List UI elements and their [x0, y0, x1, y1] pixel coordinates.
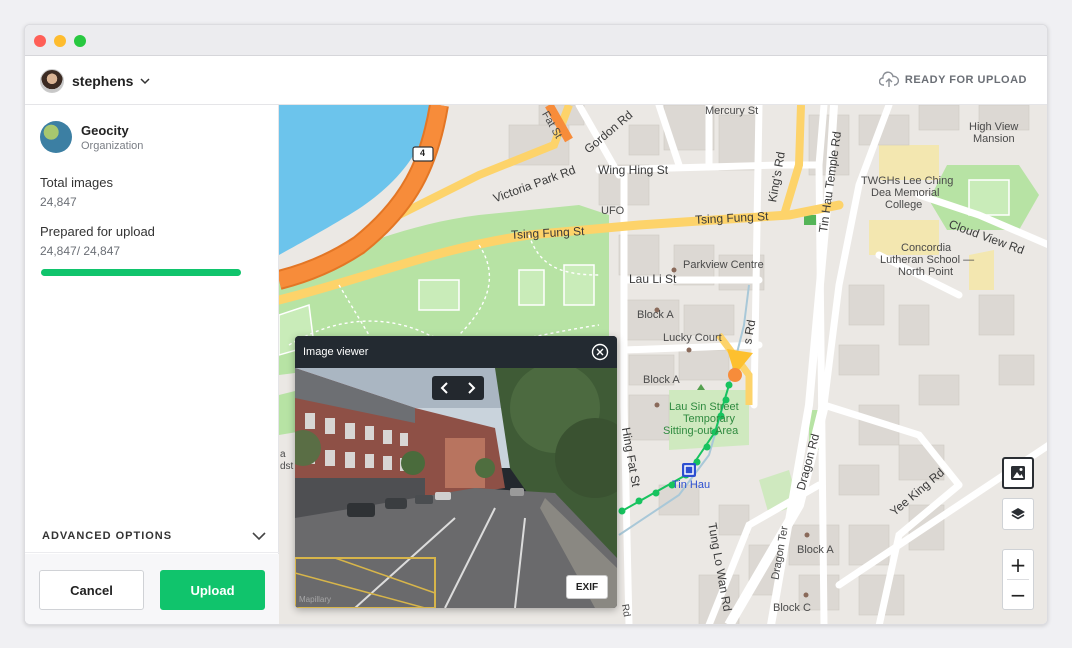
- map-label: dst: [280, 461, 294, 472]
- app-header: stephens READY FOR UPLOAD: [25, 56, 1047, 105]
- selected-image-marker: [728, 368, 742, 382]
- map-label: College: [885, 199, 923, 211]
- map-label: Lucky Court: [663, 332, 722, 344]
- upload-status: READY FOR UPLOAD: [878, 71, 1027, 89]
- cancel-button[interactable]: Cancel: [39, 570, 144, 610]
- image-navigation: [432, 376, 484, 400]
- chevron-right-icon: [468, 382, 476, 394]
- route-number: 4: [420, 148, 426, 158]
- sidebar: Geocity Organization Total images 24,847…: [25, 105, 279, 624]
- map-label: High View: [969, 121, 1019, 133]
- map-label: Lau Sin Street: [669, 401, 739, 413]
- prepared-label: Prepared for upload: [40, 224, 155, 239]
- chevron-down-icon: [140, 77, 150, 84]
- map-label: Sitting-out Area: [663, 425, 739, 437]
- map-label: TWGHs Lee Ching: [861, 175, 954, 187]
- map-label: Dea Memorial: [871, 187, 940, 199]
- zoom-in-button[interactable]: +: [1003, 550, 1033, 579]
- mtr-station-icon: [682, 463, 696, 477]
- map-label: North Point: [898, 266, 954, 278]
- street-photo: [295, 368, 617, 608]
- upload-progress-fill: [41, 269, 241, 276]
- upload-progress-bar: [41, 269, 241, 276]
- close-icon[interactable]: [591, 343, 609, 361]
- user-menu[interactable]: stephens: [40, 68, 151, 93]
- layers-button[interactable]: [1002, 498, 1034, 530]
- map-label: Temporary: [683, 413, 735, 425]
- close-window-button[interactable]: [34, 35, 46, 47]
- image-layer-button[interactable]: [1002, 457, 1034, 489]
- upload-button[interactable]: Upload: [160, 570, 265, 610]
- organization-name: Geocity: [81, 122, 129, 138]
- photo-watermark: Mapillary: [299, 595, 332, 604]
- maximize-window-button[interactable]: [74, 35, 86, 47]
- prepared-value: 24,847/ 24,847: [40, 244, 121, 258]
- sidebar-footer: Cancel Upload: [25, 554, 279, 624]
- minimize-window-button[interactable]: [54, 35, 66, 47]
- map-label: a: [280, 449, 286, 460]
- status-text: READY FOR UPLOAD: [904, 74, 1027, 86]
- total-images-value: 24,847: [40, 195, 77, 209]
- image-viewer: Image viewer EXIF Mapillary: [295, 336, 617, 608]
- map-label: Block A: [637, 309, 674, 321]
- chevron-left-icon: [440, 382, 448, 394]
- organization-type: Organization: [81, 139, 144, 152]
- map-label: Lau Li St: [629, 272, 677, 286]
- map-label: Block A: [643, 374, 680, 386]
- advanced-options-toggle[interactable]: ADVANCED OPTIONS: [25, 519, 279, 553]
- image-icon: [1011, 466, 1025, 480]
- map-view[interactable]: Mercury St Gordon Rd Fat St Wing Hing St…: [279, 105, 1047, 624]
- username: stephens: [72, 72, 134, 89]
- image-viewer-title: Image viewer: [303, 346, 369, 358]
- map-label: Mercury St: [705, 105, 759, 117]
- exif-button[interactable]: EXIF: [566, 575, 608, 599]
- map-label: UFO: [601, 205, 625, 217]
- previous-image-button[interactable]: [432, 376, 458, 400]
- map-label: Parkview Centre: [683, 259, 764, 271]
- avatar: [40, 68, 64, 93]
- chevron-down-icon: [252, 532, 266, 541]
- layers-icon: [1011, 508, 1025, 520]
- map-label: Concordia: [901, 242, 952, 254]
- organization-logo: [40, 121, 72, 153]
- total-images-label: Total images: [40, 175, 113, 190]
- next-image-button[interactable]: [458, 376, 484, 400]
- map-label: Rd: [618, 603, 632, 618]
- title-bar: [25, 25, 1047, 56]
- zoom-controls: + −: [1002, 549, 1034, 610]
- map-label: Lutheran School —: [880, 254, 975, 266]
- organization: Geocity Organization: [40, 121, 143, 153]
- map-label: Tin Hau: [672, 479, 711, 491]
- map-label: Mansion: [973, 133, 1015, 145]
- advanced-options-label: ADVANCED OPTIONS: [42, 530, 173, 542]
- image-viewer-header: Image viewer: [295, 336, 617, 368]
- map-label: Block C: [773, 602, 811, 614]
- zoom-out-button[interactable]: −: [1003, 580, 1033, 609]
- app-window: stephens READY FOR UPLOAD Geocity Organi…: [24, 24, 1048, 625]
- map-label: Block A: [797, 544, 834, 556]
- cloud-upload-icon: [878, 71, 899, 87]
- map-label: Wing Hing St: [598, 163, 669, 177]
